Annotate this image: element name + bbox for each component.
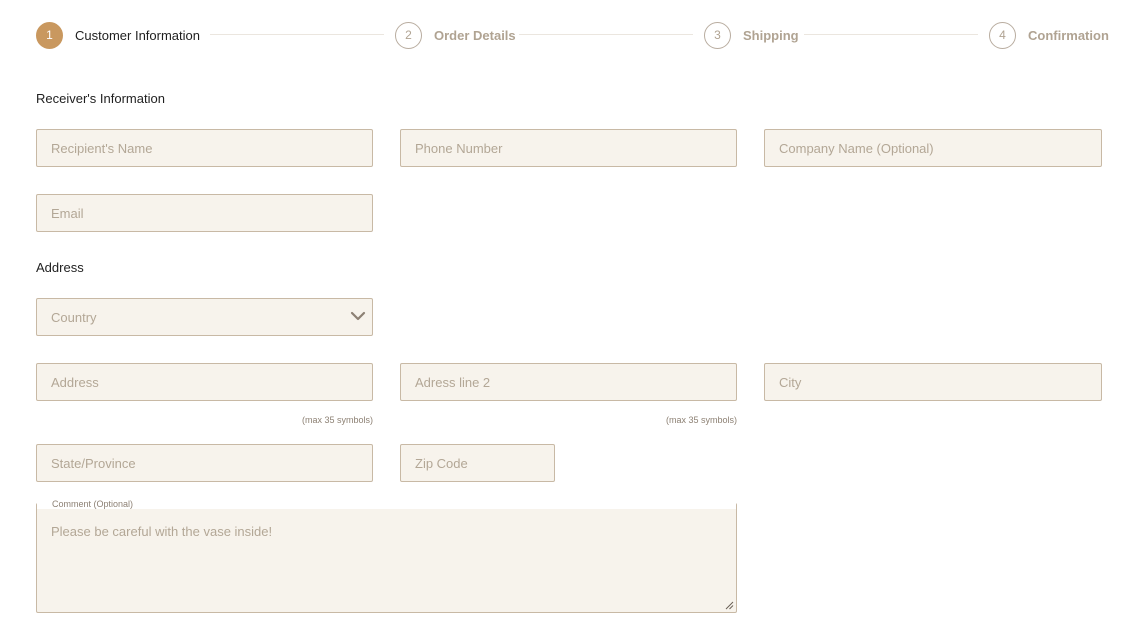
- step-shipping[interactable]: 3 Shipping: [704, 21, 799, 49]
- step-number: 3: [704, 21, 731, 49]
- email-input[interactable]: [36, 194, 373, 232]
- city-input[interactable]: [764, 363, 1102, 401]
- receiver-section-title: Receiver's Information: [36, 91, 165, 106]
- zip-code-input[interactable]: [400, 444, 555, 482]
- company-name-input[interactable]: [764, 129, 1102, 167]
- stepper-connector: [519, 34, 693, 35]
- stepper-connector: [210, 34, 384, 35]
- step-number: 1: [36, 21, 63, 49]
- step-number: 2: [395, 21, 422, 49]
- phone-number-input[interactable]: [400, 129, 737, 167]
- step-number: 4: [989, 21, 1016, 49]
- step-order-details[interactable]: 2 Order Details: [395, 21, 516, 49]
- step-customer-information[interactable]: 1 Customer Information: [36, 21, 200, 49]
- step-label: Order Details: [434, 27, 516, 43]
- step-label: Confirmation: [1028, 27, 1109, 43]
- address-max-length-hint: (max 35 symbols): [301, 415, 373, 425]
- recipient-name-input[interactable]: [36, 129, 373, 167]
- address-line2-max-length-hint: (max 35 symbols): [665, 415, 737, 425]
- comment-textarea[interactable]: Comment (Optional) Please be careful wit…: [36, 499, 737, 613]
- state-province-input[interactable]: [36, 444, 373, 482]
- step-label: Shipping: [743, 27, 799, 43]
- step-label: Customer Information: [75, 27, 200, 43]
- step-confirmation[interactable]: 4 Confirmation: [989, 21, 1109, 49]
- checkout-stepper: 1 Customer Information 2 Order Details 3…: [36, 21, 1109, 49]
- address-input[interactable]: [36, 363, 373, 401]
- country-select-value: Country: [36, 298, 373, 336]
- stepper-connector: [804, 34, 978, 35]
- comment-label: Comment (Optional): [49, 499, 137, 509]
- chevron-down-icon: [350, 311, 366, 321]
- country-select[interactable]: Country: [36, 298, 373, 336]
- address-section-title: Address: [36, 260, 84, 275]
- comment-text: Please be careful with the vase inside!: [51, 524, 273, 539]
- address-line2-input[interactable]: [400, 363, 737, 401]
- resize-handle-icon[interactable]: [725, 601, 734, 610]
